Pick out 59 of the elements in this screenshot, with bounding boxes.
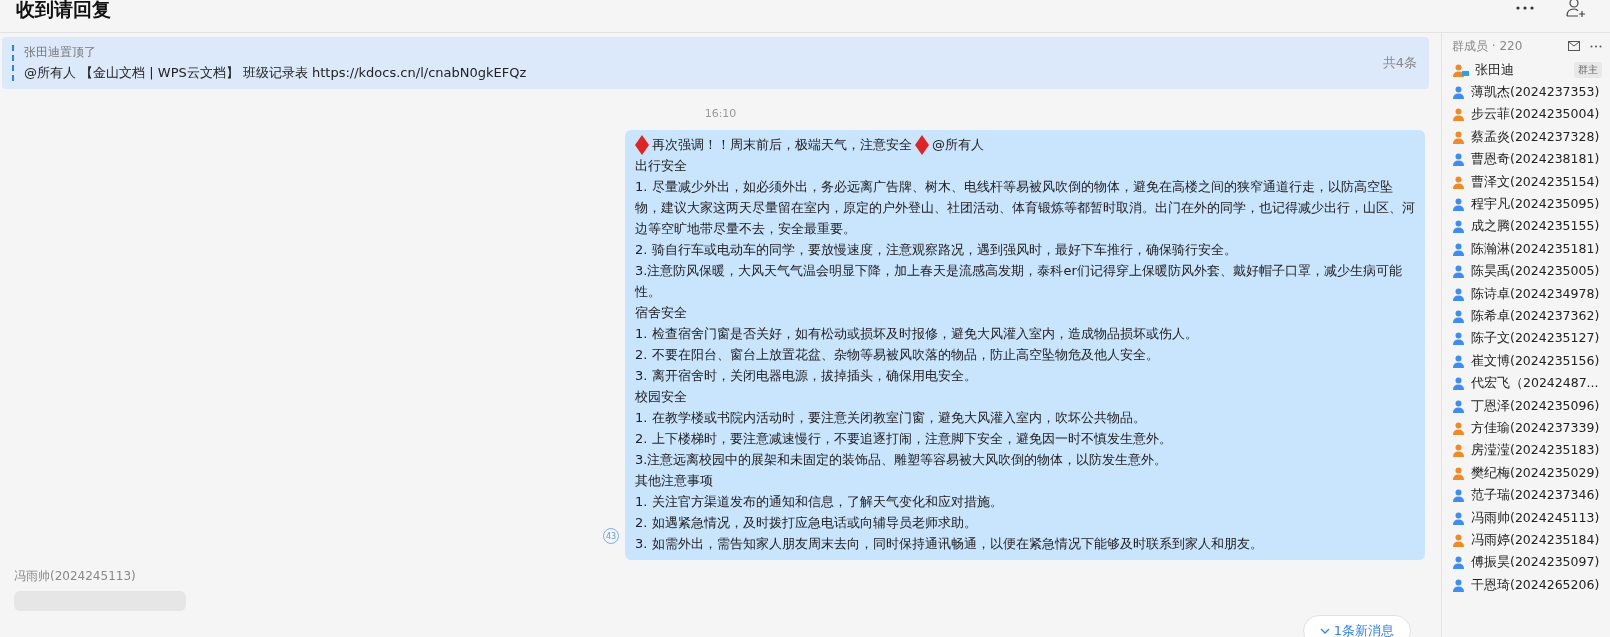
message-line: 宿舍安全 bbox=[635, 304, 688, 322]
message-line: 出行安全 bbox=[635, 157, 688, 175]
message-line: 3. 离开宿舍时，关闭电器电源，拔掉插头，确保用电安全。 bbox=[635, 367, 978, 385]
more-icon[interactable] bbox=[1590, 44, 1602, 48]
message-title: 再次强调！！周末前后，极端天气，注意安全 bbox=[652, 136, 912, 154]
message-line: 1. 尽量减少外出，如必须外出，务必远离广告牌、树木、电线杆等易被风吹倒的物体，避免在高楼之间的狭窄通道行走，以防高空坠物，建议大家这两天尽量留在室内，原定的户外登山、社团活动、体育锻炼等都暂时取消。出门在外的同学，也记得减少出行，山区、河边等空旷地带尽量不去，安全最重要。 bbox=[635, 178, 1415, 238]
pinned-message: @所有人 【金山文档 | WPS云文档】 班级记录表 https://kdocs.cn/l/cnabN0gkEFQz bbox=[24, 64, 528, 82]
member-name[interactable]: 樊纪梅(2024235029) bbox=[1471, 464, 1600, 482]
message-line: 其他注意事项 bbox=[635, 472, 714, 490]
member-name[interactable]: 傅振昊(2024235097) bbox=[1471, 554, 1600, 572]
member-name[interactable]: 房滢滢(2024235183) bbox=[1471, 442, 1600, 460]
mail-icon[interactable] bbox=[1568, 41, 1580, 51]
member-name[interactable]: 陈希卓(2024237362) bbox=[1471, 308, 1600, 325]
member-name[interactable]: 蔡孟炎(2024237328) bbox=[1471, 128, 1600, 146]
owner-tag: 群主 bbox=[1574, 62, 1602, 79]
chat-title: 收到请回复 bbox=[16, 0, 111, 20]
member-name[interactable]: 陈诗卓(2024234978) bbox=[1471, 285, 1600, 303]
mention: @所有人 bbox=[932, 136, 984, 154]
message-line: 1. 关注官方渠道发布的通知和信息，了解天气变化和应对措施。 bbox=[635, 493, 1004, 511]
member-name[interactable]: 陈瀚淋(2024235181) bbox=[1471, 240, 1600, 258]
member-name[interactable]: 步云菲(2024235004) bbox=[1471, 106, 1600, 124]
chevron-down-icon bbox=[1319, 628, 1330, 634]
member-name[interactable]: 冯雨婷(2024235184) bbox=[1471, 531, 1600, 549]
member-name[interactable]: 曹泽文(2024235154) bbox=[1471, 173, 1600, 191]
members-title: 群成员 · 220 bbox=[1452, 37, 1523, 55]
member-name[interactable]: 曹恩奇(2024238181) bbox=[1471, 151, 1600, 169]
member-name[interactable]: 薄凯杰(2024237353) bbox=[1471, 84, 1600, 102]
member-name[interactable]: 代宏飞（20242487... bbox=[1471, 375, 1599, 393]
message-line: 1. 检查宿舍门窗是否关好，如有松动或损坏及时报修，避免大风灌入室内，造成物品损坏或伤人。 bbox=[635, 325, 1199, 343]
member-name[interactable]: 丁恩泽(2024235096) bbox=[1471, 397, 1600, 415]
message-line: 2. 不要在阳台、窗台上放置花盆、杂物等易被风吹落的物品，防止高空坠物危及他人安全。 bbox=[635, 346, 1160, 364]
message-line: 2. 骑自行车或电动车的同学，要放慢速度，注意观察路况，遇到强风时，最好下车推行，确保骑行安全。 bbox=[635, 241, 1238, 259]
member-name[interactable]: 范子瑞(2024237346) bbox=[1471, 487, 1600, 505]
sender-name: 冯雨帅(2024245113) bbox=[14, 568, 137, 585]
member-name[interactable]: 崔文博(2024235156) bbox=[1471, 352, 1600, 370]
timestamp: 16:10 bbox=[704, 107, 737, 120]
pinned-count: 共4条 bbox=[1382, 54, 1417, 72]
member-name[interactable]: 陈子文(2024235127) bbox=[1471, 330, 1600, 348]
message-line: 3.注意远离校园中的展架和未固定的装饰品、雕塑等容易被大风吹倒的物体，以防发生意外。 bbox=[635, 451, 1169, 469]
new-messages-button[interactable]: 1条新消息 bbox=[1302, 615, 1411, 637]
more-icon[interactable] bbox=[1516, 6, 1534, 10]
member-name[interactable]: 张田迪 bbox=[1475, 61, 1514, 79]
message-line: 1. 在教学楼或书院内活动时，要注意关闭教室门窗，避免大风灌入室内，吹坏公共物品。 bbox=[635, 409, 1147, 427]
member-name[interactable]: 程宇凡(2024235095) bbox=[1471, 196, 1600, 214]
diamond-icon bbox=[635, 134, 649, 155]
message-line: 3.注意防风保暖，大风天气气温会明显下降，加上春天是流感高发期，泰科er们记得穿上保暖防风外套、戴好帽子口罩，减少生病可能性。 bbox=[635, 262, 1403, 301]
message-line: 2. 如遇紧急情况，及时拨打应急电话或向辅导员老师求助。 bbox=[635, 514, 978, 532]
message-line: 3. 如需外出，需告知家人朋友周末去向，同时保持通讯畅通，以便在紧急情况下能够及时联系到家人和朋友。 bbox=[635, 535, 1264, 553]
message-line: 2. 上下楼梯时，要注意减速慢行，不要追逐打闹，注意脚下安全，避免因一时不慎发生意外。 bbox=[635, 430, 1173, 448]
diamond-icon bbox=[915, 134, 929, 155]
pinned-by: 张田迪置顶了 bbox=[24, 44, 97, 61]
add-member-icon[interactable] bbox=[1566, 0, 1588, 18]
pinned-banner[interactable]: 张田迪置顶了 @所有人 【金山文档 | WPS云文档】 班级记录表 https://kdocs.cn/l/cnabN0gkEFQz 共4条 bbox=[2, 37, 1429, 89]
member-name[interactable]: 陈昊禹(2024235005) bbox=[1471, 263, 1600, 281]
member-name[interactable]: 冯雨帅(2024245113) bbox=[1471, 509, 1600, 527]
member-name[interactable]: 方佳瑜(2024237339) bbox=[1471, 419, 1600, 437]
member-name[interactable]: 干恩琦(2024265206) bbox=[1471, 576, 1600, 594]
message-line: 校园安全 bbox=[635, 388, 688, 406]
member-name[interactable]: 成之腾(2024235155) bbox=[1471, 218, 1600, 236]
